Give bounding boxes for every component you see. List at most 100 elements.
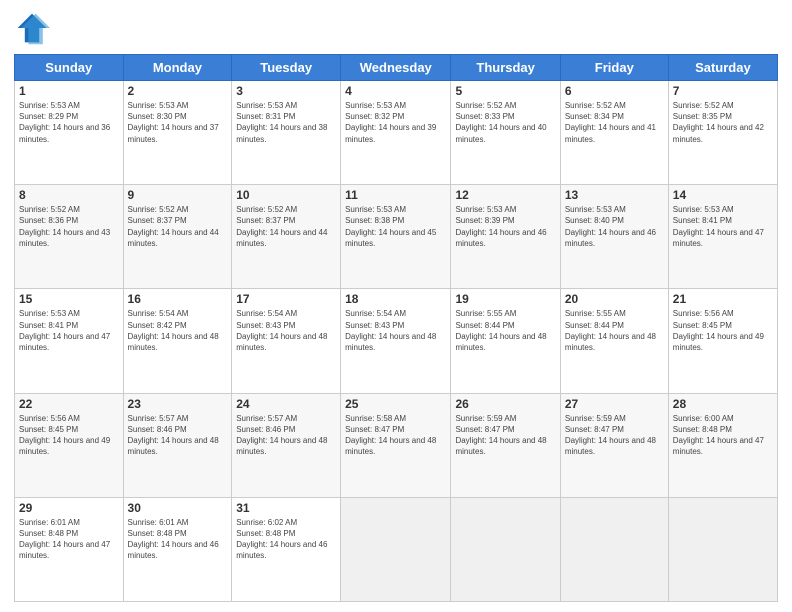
day-info: Sunrise: 5:56 AMSunset: 8:45 PMDaylight:…: [19, 413, 119, 458]
day-header-saturday: Saturday: [668, 55, 777, 81]
logo-icon: [14, 10, 50, 46]
day-number: 27: [565, 397, 664, 411]
empty-cell: [560, 497, 668, 601]
day-cell-14: 14 Sunrise: 5:53 AMSunset: 8:41 PMDaylig…: [668, 185, 777, 289]
day-number: 12: [455, 188, 555, 202]
empty-cell: [451, 497, 560, 601]
day-number: 8: [19, 188, 119, 202]
week-row-1: 1 Sunrise: 5:53 AMSunset: 8:29 PMDayligh…: [15, 81, 778, 185]
header: [14, 10, 778, 46]
day-number: 3: [236, 84, 336, 98]
day-info: Sunrise: 5:53 AMSunset: 8:29 PMDaylight:…: [19, 100, 119, 145]
day-number: 22: [19, 397, 119, 411]
day-cell-9: 9 Sunrise: 5:52 AMSunset: 8:37 PMDayligh…: [123, 185, 232, 289]
day-info: Sunrise: 5:52 AMSunset: 8:37 PMDaylight:…: [128, 204, 228, 249]
empty-cell: [668, 497, 777, 601]
day-info: Sunrise: 5:53 AMSunset: 8:41 PMDaylight:…: [19, 308, 119, 353]
day-number: 21: [673, 292, 773, 306]
day-number: 25: [345, 397, 446, 411]
day-header-sunday: Sunday: [15, 55, 124, 81]
day-number: 9: [128, 188, 228, 202]
day-number: 20: [565, 292, 664, 306]
day-cell-28: 28 Sunrise: 6:00 AMSunset: 8:48 PMDaylig…: [668, 393, 777, 497]
day-info: Sunrise: 5:59 AMSunset: 8:47 PMDaylight:…: [565, 413, 664, 458]
day-cell-10: 10 Sunrise: 5:52 AMSunset: 8:37 PMDaylig…: [232, 185, 341, 289]
week-row-2: 8 Sunrise: 5:52 AMSunset: 8:36 PMDayligh…: [15, 185, 778, 289]
day-info: Sunrise: 6:01 AMSunset: 8:48 PMDaylight:…: [19, 517, 119, 562]
day-info: Sunrise: 5:53 AMSunset: 8:31 PMDaylight:…: [236, 100, 336, 145]
day-number: 6: [565, 84, 664, 98]
day-cell-8: 8 Sunrise: 5:52 AMSunset: 8:36 PMDayligh…: [15, 185, 124, 289]
day-info: Sunrise: 5:58 AMSunset: 8:47 PMDaylight:…: [345, 413, 446, 458]
logo: [14, 10, 56, 46]
day-number: 30: [128, 501, 228, 515]
day-info: Sunrise: 5:54 AMSunset: 8:42 PMDaylight:…: [128, 308, 228, 353]
day-info: Sunrise: 5:52 AMSunset: 8:36 PMDaylight:…: [19, 204, 119, 249]
week-row-5: 29 Sunrise: 6:01 AMSunset: 8:48 PMDaylig…: [15, 497, 778, 601]
day-cell-13: 13 Sunrise: 5:53 AMSunset: 8:40 PMDaylig…: [560, 185, 668, 289]
day-cell-24: 24 Sunrise: 5:57 AMSunset: 8:46 PMDaylig…: [232, 393, 341, 497]
week-row-3: 15 Sunrise: 5:53 AMSunset: 8:41 PMDaylig…: [15, 289, 778, 393]
day-number: 16: [128, 292, 228, 306]
day-cell-4: 4 Sunrise: 5:53 AMSunset: 8:32 PMDayligh…: [341, 81, 451, 185]
day-cell-20: 20 Sunrise: 5:55 AMSunset: 8:44 PMDaylig…: [560, 289, 668, 393]
empty-cell: [341, 497, 451, 601]
page: SundayMondayTuesdayWednesdayThursdayFrid…: [0, 0, 792, 612]
day-info: Sunrise: 5:53 AMSunset: 8:38 PMDaylight:…: [345, 204, 446, 249]
day-info: Sunrise: 6:01 AMSunset: 8:48 PMDaylight:…: [128, 517, 228, 562]
day-header-thursday: Thursday: [451, 55, 560, 81]
day-number: 26: [455, 397, 555, 411]
day-info: Sunrise: 5:59 AMSunset: 8:47 PMDaylight:…: [455, 413, 555, 458]
day-header-monday: Monday: [123, 55, 232, 81]
day-header-wednesday: Wednesday: [341, 55, 451, 81]
day-info: Sunrise: 5:57 AMSunset: 8:46 PMDaylight:…: [128, 413, 228, 458]
day-cell-2: 2 Sunrise: 5:53 AMSunset: 8:30 PMDayligh…: [123, 81, 232, 185]
day-info: Sunrise: 5:56 AMSunset: 8:45 PMDaylight:…: [673, 308, 773, 353]
header-row: SundayMondayTuesdayWednesdayThursdayFrid…: [15, 55, 778, 81]
day-number: 18: [345, 292, 446, 306]
day-number: 15: [19, 292, 119, 306]
day-cell-30: 30 Sunrise: 6:01 AMSunset: 8:48 PMDaylig…: [123, 497, 232, 601]
day-info: Sunrise: 6:02 AMSunset: 8:48 PMDaylight:…: [236, 517, 336, 562]
day-cell-15: 15 Sunrise: 5:53 AMSunset: 8:41 PMDaylig…: [15, 289, 124, 393]
day-number: 17: [236, 292, 336, 306]
day-number: 10: [236, 188, 336, 202]
day-number: 5: [455, 84, 555, 98]
day-number: 1: [19, 84, 119, 98]
day-header-friday: Friday: [560, 55, 668, 81]
day-cell-6: 6 Sunrise: 5:52 AMSunset: 8:34 PMDayligh…: [560, 81, 668, 185]
day-number: 24: [236, 397, 336, 411]
day-number: 11: [345, 188, 446, 202]
day-info: Sunrise: 5:53 AMSunset: 8:30 PMDaylight:…: [128, 100, 228, 145]
day-cell-22: 22 Sunrise: 5:56 AMSunset: 8:45 PMDaylig…: [15, 393, 124, 497]
day-header-tuesday: Tuesday: [232, 55, 341, 81]
day-cell-31: 31 Sunrise: 6:02 AMSunset: 8:48 PMDaylig…: [232, 497, 341, 601]
day-info: Sunrise: 5:52 AMSunset: 8:37 PMDaylight:…: [236, 204, 336, 249]
day-info: Sunrise: 5:53 AMSunset: 8:32 PMDaylight:…: [345, 100, 446, 145]
day-cell-7: 7 Sunrise: 5:52 AMSunset: 8:35 PMDayligh…: [668, 81, 777, 185]
day-number: 31: [236, 501, 336, 515]
calendar-table: SundayMondayTuesdayWednesdayThursdayFrid…: [14, 54, 778, 602]
day-number: 4: [345, 84, 446, 98]
day-number: 29: [19, 501, 119, 515]
day-cell-21: 21 Sunrise: 5:56 AMSunset: 8:45 PMDaylig…: [668, 289, 777, 393]
day-info: Sunrise: 5:53 AMSunset: 8:39 PMDaylight:…: [455, 204, 555, 249]
day-cell-17: 17 Sunrise: 5:54 AMSunset: 8:43 PMDaylig…: [232, 289, 341, 393]
day-info: Sunrise: 5:54 AMSunset: 8:43 PMDaylight:…: [345, 308, 446, 353]
day-info: Sunrise: 5:52 AMSunset: 8:34 PMDaylight:…: [565, 100, 664, 145]
day-number: 19: [455, 292, 555, 306]
day-cell-18: 18 Sunrise: 5:54 AMSunset: 8:43 PMDaylig…: [341, 289, 451, 393]
day-cell-16: 16 Sunrise: 5:54 AMSunset: 8:42 PMDaylig…: [123, 289, 232, 393]
day-number: 2: [128, 84, 228, 98]
day-cell-27: 27 Sunrise: 5:59 AMSunset: 8:47 PMDaylig…: [560, 393, 668, 497]
day-info: Sunrise: 5:54 AMSunset: 8:43 PMDaylight:…: [236, 308, 336, 353]
day-info: Sunrise: 5:55 AMSunset: 8:44 PMDaylight:…: [565, 308, 664, 353]
day-info: Sunrise: 5:52 AMSunset: 8:35 PMDaylight:…: [673, 100, 773, 145]
day-info: Sunrise: 5:52 AMSunset: 8:33 PMDaylight:…: [455, 100, 555, 145]
day-info: Sunrise: 5:57 AMSunset: 8:46 PMDaylight:…: [236, 413, 336, 458]
day-cell-19: 19 Sunrise: 5:55 AMSunset: 8:44 PMDaylig…: [451, 289, 560, 393]
day-cell-29: 29 Sunrise: 6:01 AMSunset: 8:48 PMDaylig…: [15, 497, 124, 601]
day-number: 7: [673, 84, 773, 98]
day-cell-23: 23 Sunrise: 5:57 AMSunset: 8:46 PMDaylig…: [123, 393, 232, 497]
day-cell-3: 3 Sunrise: 5:53 AMSunset: 8:31 PMDayligh…: [232, 81, 341, 185]
